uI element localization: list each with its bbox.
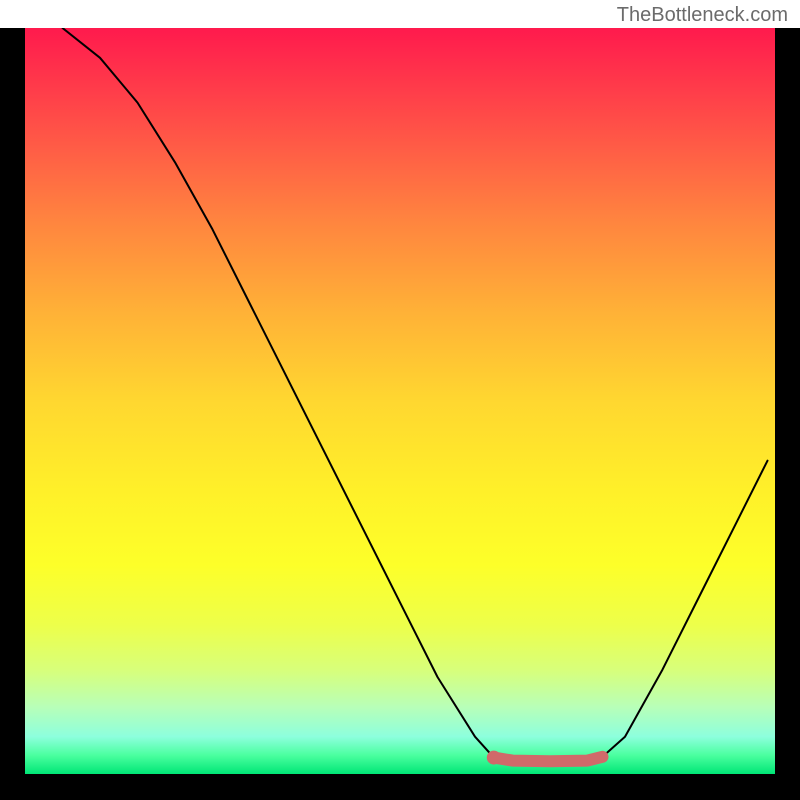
highlight-segment <box>494 757 603 762</box>
watermark-text: TheBottleneck.com <box>617 4 788 27</box>
chart-svg <box>25 28 775 774</box>
chart-outer-frame <box>0 28 800 800</box>
bottleneck-curve <box>63 28 768 761</box>
plot-area <box>25 28 775 774</box>
marker-dot <box>487 751 501 765</box>
